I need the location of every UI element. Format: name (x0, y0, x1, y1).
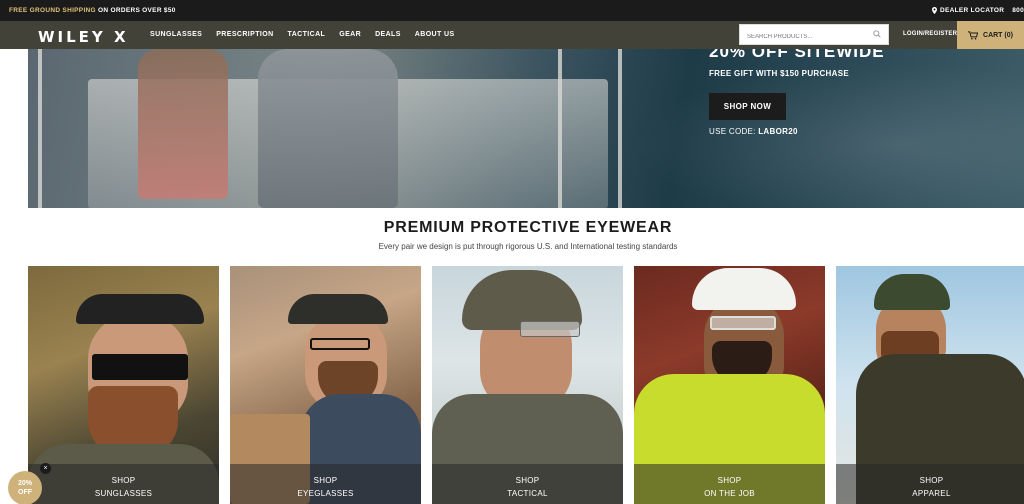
model-eyeglasses (310, 338, 370, 350)
search-icon[interactable] (873, 30, 881, 38)
login-register-link[interactable]: LOGIN/REGISTER (903, 31, 957, 37)
model-sunglasses (92, 354, 188, 380)
model-ballistic-glasses (520, 321, 580, 337)
main-nav: WILEY X SUNGLASSES PRESCRIPTION TACTICAL… (0, 21, 1024, 49)
model-safety-glasses (710, 316, 776, 330)
hero-subline: FREE GIFT WITH $150 PURCHASE (709, 69, 849, 78)
category-card-apparel[interactable]: SHOP APPAREL (836, 266, 1024, 504)
nav-item-deals[interactable]: DEALS (375, 31, 401, 38)
close-icon[interactable]: × (40, 463, 51, 474)
hero-banner[interactable]: 20% OFF SITEWIDE FREE GIFT WITH $150 PUR… (28, 49, 1024, 208)
category-label: SHOP ON THE JOB (634, 464, 825, 504)
promo-code-text: USE CODE: LABOR20 (709, 127, 798, 136)
category-label: SHOP TACTICAL (432, 464, 623, 504)
category-card-sunglasses[interactable]: SHOP SUNGLASSES (28, 266, 219, 504)
category-label-line2: SUNGLASSES (94, 489, 153, 498)
model-cap (874, 274, 950, 310)
discount-badge-percent: 20% (17, 480, 32, 487)
dealer-locator-label: DEALER LOCATOR (939, 7, 1005, 14)
nav-item-tactical[interactable]: TACTICAL (288, 31, 326, 38)
search-box (739, 24, 889, 47)
model-hard-hat (692, 268, 796, 310)
category-label-line1: SHOP (313, 476, 338, 485)
model-cap (76, 294, 204, 324)
dealer-locator-link[interactable]: DEALER LOCATOR (931, 7, 1005, 14)
phone-number[interactable]: 800 (1012, 7, 1024, 14)
nav-item-about-us[interactable]: ABOUT US (415, 31, 455, 38)
discount-badge-off: OFF (18, 489, 32, 496)
category-label-line1: SHOP (919, 476, 944, 485)
category-label: SHOP APPAREL (836, 464, 1024, 504)
hero-headline: 20% OFF SITEWIDE (709, 49, 885, 61)
shipping-promo-highlight: FREE GROUND SHIPPING (9, 7, 96, 14)
nav-item-prescription[interactable]: PRESCRIPTION (216, 31, 273, 38)
utility-bar: FREE GROUND SHIPPING ON ORDERS OVER $50 … (0, 0, 1024, 21)
category-card-tactical[interactable]: SHOP TACTICAL (432, 266, 623, 504)
category-label: SHOP EYEGLASSES (230, 464, 421, 504)
hero-boat-rail (618, 49, 622, 208)
cart-icon (968, 30, 979, 39)
location-pin-icon (931, 7, 937, 14)
shipping-promo-text: ON ORDERS OVER $50 (98, 7, 176, 14)
nav-item-gear[interactable]: GEAR (339, 31, 361, 38)
category-label: SHOP SUNGLASSES (28, 464, 219, 504)
category-card-on-the-job[interactable]: SHOP ON THE JOB (634, 266, 825, 504)
cart-button[interactable]: CART (0) (957, 21, 1024, 49)
nav-item-sunglasses[interactable]: SUNGLASSES (150, 31, 202, 38)
shop-now-button[interactable]: SHOP NOW (709, 93, 786, 120)
category-label-line2: TACTICAL (507, 489, 548, 498)
shipping-promo[interactable]: FREE GROUND SHIPPING ON ORDERS OVER $50 (9, 7, 176, 14)
hero-boat-rail (558, 49, 562, 208)
category-label-line1: SHOP (111, 476, 136, 485)
brand-logo[interactable]: WILEY X (38, 28, 129, 46)
hero-person-left (138, 49, 228, 199)
hero-boat-rail (38, 49, 42, 208)
category-label-line1: SHOP (717, 476, 742, 485)
hero-person-right (258, 49, 398, 208)
nav-menu: SUNGLASSES PRESCRIPTION TACTICAL GEAR DE… (150, 31, 455, 38)
discount-badge[interactable]: 20% OFF (8, 471, 42, 504)
search-input[interactable] (740, 27, 868, 47)
section-title: PREMIUM PROTECTIVE EYEWEAR (383, 219, 673, 236)
category-label-line1: SHOP (515, 476, 540, 485)
cart-label: CART (0) (983, 31, 1013, 39)
category-label-line2: ON THE JOB (704, 489, 755, 498)
promo-code-value: LABOR20 (758, 127, 798, 136)
category-label-line2: EYEGLASSES (297, 489, 354, 498)
promo-code-prefix: USE CODE: (709, 127, 756, 136)
model-cap (288, 294, 388, 324)
category-label-line2: APPAREL (912, 489, 951, 498)
category-card-eyeglasses[interactable]: SHOP EYEGLASSES (230, 266, 421, 504)
section-subtitle: Every pair we design is put through rigo… (378, 242, 678, 251)
